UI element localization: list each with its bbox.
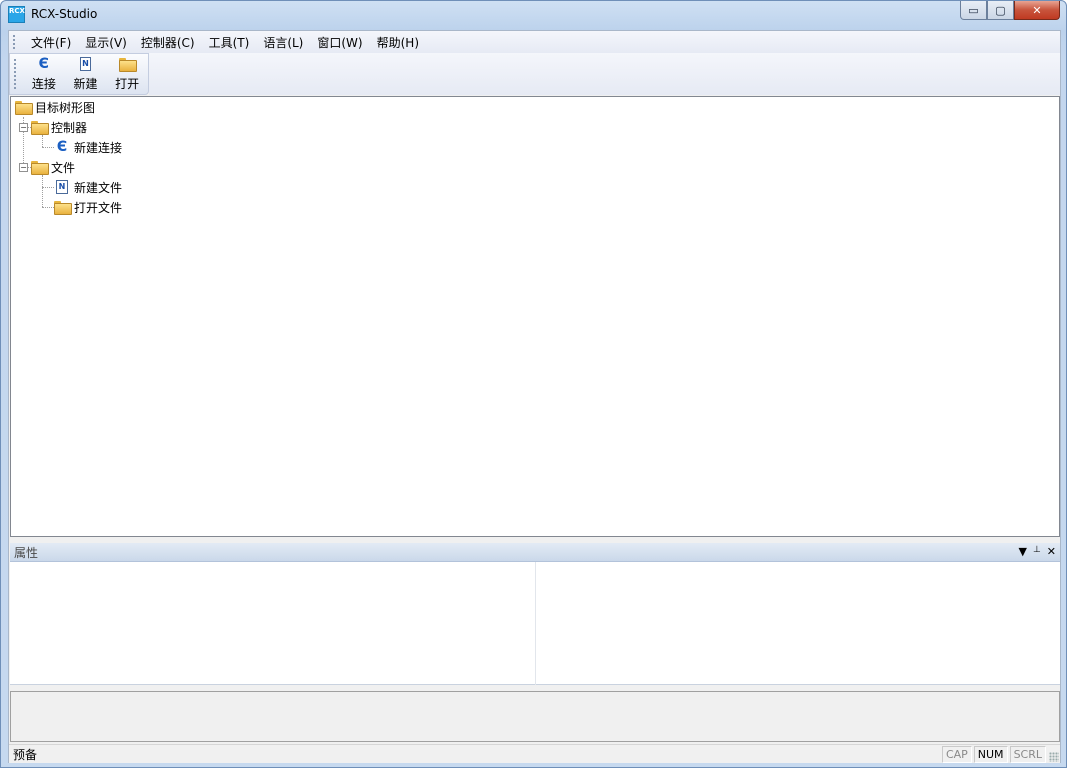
window-title: RCX-Studio bbox=[31, 7, 98, 21]
tree-item-label: 新建连接 bbox=[74, 140, 123, 155]
menu-bar: 文件(F) 显示(V) 控制器(C) 工具(T) 语言(L) 窗口(W) 帮助(… bbox=[9, 31, 1060, 53]
open-button[interactable]: 打开 bbox=[106, 55, 148, 93]
connect-button[interactable]: Є 连接 bbox=[23, 55, 65, 93]
tree-line bbox=[42, 147, 54, 148]
new-file-icon: N bbox=[56, 180, 68, 194]
caps-lock-indicator: CAP bbox=[941, 746, 972, 763]
tree-item-root[interactable]: 目标树形图 bbox=[15, 97, 95, 117]
tree-line bbox=[42, 207, 54, 208]
dropdown-icon[interactable]: ▼ bbox=[1018, 545, 1026, 558]
tree-item-label: 目标树形图 bbox=[35, 100, 96, 115]
collapse-toggle[interactable]: − bbox=[19, 162, 28, 172]
description-panel bbox=[10, 691, 1060, 742]
folder-icon bbox=[15, 101, 33, 115]
open-folder-icon bbox=[54, 201, 72, 215]
status-bar: 预备 CAP NUM SCRL bbox=[9, 744, 1060, 763]
window-frame: RCX RCX-Studio ▭ ▢ ✕ 文件(F) 显示(V) 控制器(C) … bbox=[0, 0, 1067, 768]
menu-help[interactable]: 帮助(H) bbox=[370, 32, 426, 53]
tree-item-files[interactable]: − 文件 bbox=[19, 157, 75, 177]
new-button[interactable]: N 新建 bbox=[65, 55, 107, 93]
status-indicators: CAP NUM SCRL bbox=[940, 746, 1046, 763]
menu-view[interactable]: 显示(V) bbox=[78, 32, 134, 53]
app-icon: RCX bbox=[8, 6, 25, 23]
collapse-toggle[interactable]: − bbox=[19, 122, 28, 132]
pin-icon[interactable]: ⊥ bbox=[1033, 545, 1041, 558]
menu-window[interactable]: 窗口(W) bbox=[310, 32, 369, 53]
tree-item-open-file[interactable]: 打开文件 bbox=[54, 197, 122, 217]
tree-item-label: 文件 bbox=[51, 160, 76, 175]
tree-item-label: 打开文件 bbox=[74, 200, 123, 215]
close-icon[interactable]: ✕ bbox=[1047, 545, 1056, 558]
window-controls: ▭ ▢ ✕ bbox=[960, 1, 1060, 21]
connect-icon: Є bbox=[56, 139, 68, 155]
folder-icon bbox=[31, 121, 49, 135]
menu-tools[interactable]: 工具(T) bbox=[202, 32, 257, 53]
minimize-button[interactable]: ▭ bbox=[960, 1, 987, 20]
tree-item-new-file[interactable]: N 新建文件 bbox=[56, 177, 122, 197]
new-file-icon: N bbox=[77, 56, 93, 72]
status-text: 预备 bbox=[13, 747, 38, 762]
menu-file[interactable]: 文件(F) bbox=[24, 32, 78, 53]
open-folder-icon bbox=[119, 56, 138, 72]
tree-item-controller[interactable]: − 控制器 bbox=[19, 117, 87, 137]
resize-grip-icon[interactable] bbox=[1049, 752, 1059, 762]
properties-tools: ▼ ⊥ ✕ bbox=[1018, 545, 1056, 558]
toolbar-background bbox=[149, 53, 1060, 95]
close-button[interactable]: ✕ bbox=[1014, 1, 1060, 20]
target-tree-view[interactable]: 目标树形图 − 控制器 Є 新建连接 − 文件 N 新建文件 打开文件 bbox=[10, 96, 1060, 537]
scroll-lock-indicator: SCRL bbox=[1009, 746, 1046, 763]
menu-controller[interactable]: 控制器(C) bbox=[134, 32, 202, 53]
folder-icon bbox=[31, 161, 49, 175]
properties-header[interactable]: 属性 ▼ ⊥ ✕ bbox=[10, 543, 1060, 562]
tree-item-label: 新建文件 bbox=[74, 180, 123, 195]
new-label: 新建 bbox=[73, 77, 98, 91]
menu-language[interactable]: 语言(L) bbox=[256, 32, 310, 53]
toolbar-grip[interactable] bbox=[14, 59, 17, 89]
properties-column-divider[interactable] bbox=[535, 562, 536, 685]
tree-line bbox=[42, 187, 54, 188]
connect-label: 连接 bbox=[31, 77, 56, 91]
menubar-grip[interactable] bbox=[13, 35, 16, 49]
properties-grid[interactable] bbox=[10, 562, 1060, 685]
connect-icon: Є bbox=[38, 56, 49, 72]
maximize-button[interactable]: ▢ bbox=[987, 1, 1014, 20]
client-area: 文件(F) 显示(V) 控制器(C) 工具(T) 语言(L) 窗口(W) 帮助(… bbox=[8, 30, 1061, 763]
title-bar[interactable]: RCX RCX-Studio ▭ ▢ ✕ bbox=[1, 1, 1066, 29]
num-lock-indicator: NUM bbox=[973, 746, 1008, 763]
properties-title: 属性 bbox=[14, 545, 39, 560]
toolbar: Є 连接 N 新建 打开 bbox=[9, 53, 149, 95]
tree-item-label: 控制器 bbox=[51, 120, 88, 135]
tree-item-new-connection[interactable]: Є 新建连接 bbox=[54, 137, 122, 157]
tree-line bbox=[42, 175, 43, 207]
open-label: 打开 bbox=[115, 77, 140, 91]
